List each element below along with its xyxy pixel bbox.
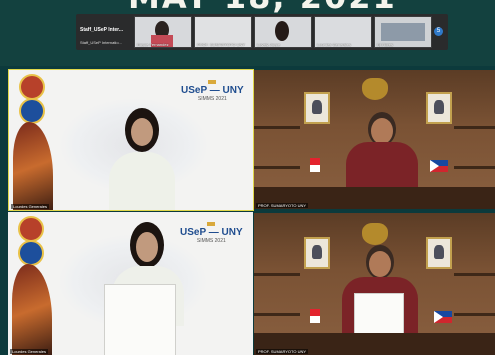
signed-document	[104, 284, 176, 355]
strip-staff-name: Staff_USeP Inter...	[80, 27, 123, 33]
participant-thumb-4[interactable]: Lourdes Generales	[314, 16, 372, 48]
participant-name-tag: PROF. SUMARYOTO UNY	[256, 203, 309, 208]
uny-logo	[19, 98, 45, 124]
participant-name-tag: PROF. SUMARYOTO UNY	[256, 349, 309, 354]
flag-philippines	[430, 160, 448, 172]
portrait-right	[426, 237, 452, 269]
more-participants-button[interactable]: 5	[434, 27, 443, 36]
portrait-left	[304, 92, 330, 124]
banner-title: USeP — UNY	[181, 85, 244, 96]
thumb-label: Lourdes Generales	[317, 42, 352, 47]
flag-indonesia	[310, 158, 320, 172]
strip-staff-sub: Staff_USeP Internatio...	[80, 40, 122, 45]
usep-logo	[19, 74, 45, 100]
video-tile-uny-bottom[interactable]: PROF. SUMARYOTO UNY	[254, 213, 495, 355]
portrait-right	[426, 92, 452, 124]
event-banner: USeP — UNY SIMMS 2021	[180, 222, 243, 244]
video-tile-usep-bottom[interactable]: USeP — UNY SIMMS 2021 Lourdes Generales	[8, 212, 253, 355]
decorative-ribbon	[12, 264, 52, 355]
portrait-left	[304, 237, 330, 269]
participant-thumb-1[interactable]: Royce Fernandez	[134, 16, 192, 48]
usep-logo	[18, 216, 44, 242]
thumb-label: PROF. SUMARYOTO UNY	[197, 42, 246, 47]
participant-thumb-3[interactable]: Lovely Joyce	[254, 16, 312, 48]
banner-subtitle: SIMMS 2021	[196, 238, 226, 244]
event-banner: USeP — UNY SIMMS 2021	[181, 80, 244, 102]
signed-document	[354, 293, 404, 335]
garuda-emblem	[362, 223, 388, 245]
participant-name-tag: Lourdes Generales	[11, 204, 50, 209]
uny-logo	[18, 240, 44, 266]
flag-philippines	[434, 311, 452, 323]
participant-thumb-5[interactable]: Rj Flores	[374, 16, 432, 48]
banner-subtitle: SIMMS 2021	[197, 96, 227, 102]
meeting-header: MAY 18, 2021 Staff_USeP Inter... Staff_U…	[0, 0, 495, 66]
video-tile-usep-top[interactable]: USeP — UNY SIMMS 2021 Lourdes Generales	[8, 69, 254, 211]
participant-name-tag: Lourdes Generales	[10, 349, 49, 354]
decorative-ribbon	[13, 122, 53, 210]
banner-title: USeP — UNY	[180, 227, 243, 238]
thumb-label: Rj Flores	[377, 42, 394, 47]
participant-thumb-2[interactable]: PROF. SUMARYOTO UNY	[194, 16, 252, 48]
thumb-label: Royce Fernandez	[137, 42, 169, 47]
garuda-emblem	[362, 78, 388, 100]
flag-indonesia	[310, 309, 320, 323]
thumb-label: Lovely Joyce	[257, 42, 281, 47]
video-tile-uny-top[interactable]: PROF. SUMARYOTO UNY	[254, 70, 495, 209]
